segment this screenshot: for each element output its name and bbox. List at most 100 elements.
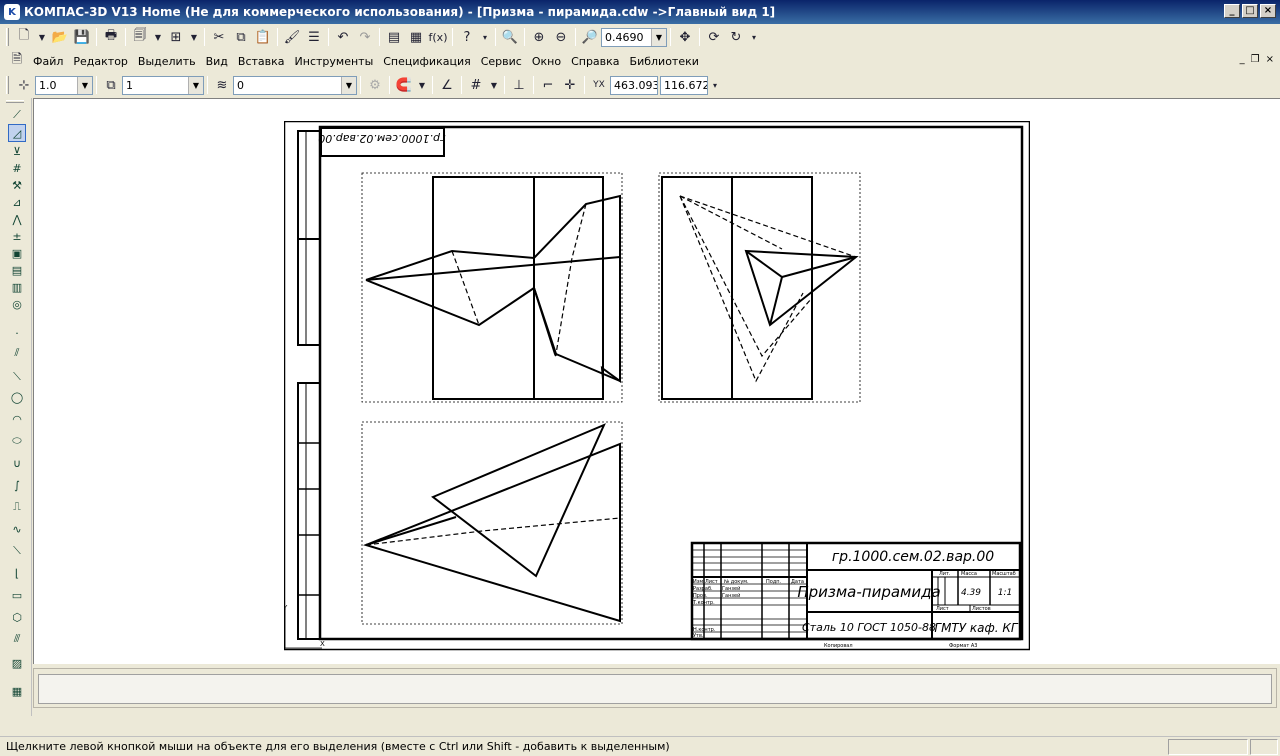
pan-icon[interactable]: ✥	[674, 26, 696, 48]
toolbar-options-icon[interactable]: ▾	[478, 26, 492, 48]
symbols-icon[interactable]: ⊻	[8, 142, 26, 160]
refresh-view-icon[interactable]: ⟳	[703, 26, 725, 48]
kompas-app-icon[interactable]: K	[4, 4, 20, 20]
function-icon[interactable]: f(x)	[427, 26, 449, 48]
drawing-sheet[interactable]: гр.1000.сем.02.вар.00 Изм. Лист № докум.…	[284, 121, 1030, 651]
parameters-icon[interactable]: ⚙	[364, 74, 386, 96]
menu-libraries[interactable]: Библиотеки	[625, 55, 704, 68]
contour-icon[interactable]: ∪	[8, 454, 26, 472]
chamfer-icon[interactable]: ⟍	[8, 542, 26, 560]
view-state-icon[interactable]: ⧉	[100, 74, 122, 96]
menu-editor[interactable]: Редактор	[68, 55, 133, 68]
edit-tools-icon[interactable]: #	[8, 159, 26, 177]
print-icon[interactable]: 🖶	[100, 26, 122, 48]
parametrization-icon[interactable]: ⚒	[8, 176, 26, 194]
fragments-icon[interactable]: ◎	[8, 295, 26, 313]
orthogonal-drawing-icon[interactable]: ⌐	[537, 74, 559, 96]
coord-y-field[interactable]: 116.672	[660, 75, 708, 95]
zoom-in-icon[interactable]: ⊕	[528, 26, 550, 48]
zoom-out-icon[interactable]: ⊖	[550, 26, 572, 48]
fillet-icon[interactable]: ⌊	[8, 564, 26, 582]
polygon-icon[interactable]: ⬡	[8, 608, 26, 626]
step-combo[interactable]: 1.0 ▼	[35, 75, 93, 95]
library-list-icon[interactable]: ☰	[303, 26, 325, 48]
save-icon[interactable]: 💾	[71, 26, 93, 48]
minimize-button[interactable]: _	[1224, 4, 1240, 18]
equidistant-icon[interactable]: ⫻	[8, 630, 26, 648]
undo-icon[interactable]: ↶	[332, 26, 354, 48]
hatch-icon[interactable]: ▨	[8, 654, 26, 672]
menu-select[interactable]: Выделить	[133, 55, 201, 68]
point-icon[interactable]: ·	[8, 324, 26, 342]
spec-icon[interactable]: ▣	[8, 244, 26, 262]
bezier-icon[interactable]: ∫	[8, 476, 26, 494]
ortho-icon[interactable]: ∠	[436, 74, 458, 96]
mdi-restore-button[interactable]: ❐	[1251, 54, 1260, 65]
chevron-down-icon[interactable]: ▼	[651, 28, 666, 46]
properties-brush-icon[interactable]: 🖌	[281, 26, 303, 48]
zoom-scale-icon[interactable]: 🔎	[579, 26, 601, 48]
menu-insert[interactable]: Вставка	[233, 55, 290, 68]
insert-icon[interactable]: ▥	[8, 278, 26, 296]
reports-icon[interactable]: ▤	[8, 261, 26, 279]
open-folder-icon[interactable]: 📂	[49, 26, 71, 48]
coordinates-icon[interactable]: YX	[588, 74, 610, 96]
rectangle-icon[interactable]: ▭	[8, 586, 26, 604]
manager-dropdown-icon[interactable]: ▼	[187, 26, 201, 48]
zoom-combo[interactable]: 0.4690 ▼	[601, 27, 667, 47]
menu-view[interactable]: Вид	[201, 55, 233, 68]
chevron-down-icon[interactable]: ▼	[77, 76, 92, 94]
menu-tools[interactable]: Инструменты	[290, 55, 379, 68]
help-pointer-icon[interactable]: ?	[456, 26, 478, 48]
menu-help[interactable]: Справка	[566, 55, 624, 68]
redo-icon[interactable]: ↷	[354, 26, 376, 48]
close-button[interactable]: ×	[1260, 4, 1276, 18]
menu-service[interactable]: Сервис	[476, 55, 527, 68]
collection-icon[interactable]: ▦	[8, 682, 26, 700]
zoom-window-icon[interactable]: 🔍	[499, 26, 521, 48]
aux-line-icon[interactable]: ⫽	[8, 344, 26, 362]
select-icon[interactable]: ⋀	[8, 210, 26, 228]
cursor-step-icon[interactable]: ⊹	[13, 74, 35, 96]
associative-views-icon[interactable]: ±	[8, 227, 26, 245]
paste-icon[interactable]: 📋	[252, 26, 274, 48]
chevron-down-icon[interactable]: ▼	[341, 76, 356, 94]
snap-dropdown-icon[interactable]: ▼	[415, 74, 429, 96]
spline-icon[interactable]: ∿	[8, 520, 26, 538]
menu-file[interactable]: Файл	[28, 55, 68, 68]
cursor-snap-icon[interactable]: ✛	[559, 74, 581, 96]
tree-panel-icon[interactable]: ▤	[383, 26, 405, 48]
segment-icon[interactable]: ⟍	[8, 368, 26, 386]
polyline-icon[interactable]: ⎍	[8, 498, 26, 516]
menu-specification[interactable]: Спецификация	[378, 55, 475, 68]
snap-magnet-icon[interactable]: 🧲	[393, 74, 415, 96]
variables-icon[interactable]: ▦	[405, 26, 427, 48]
grid-icon[interactable]: #	[465, 74, 487, 96]
preview-icon[interactable]: 🗐	[129, 26, 151, 48]
mdi-minimize-button[interactable]: _	[1240, 54, 1245, 65]
layer-state-icon[interactable]: ≋	[211, 74, 233, 96]
view-toolbar-options-icon[interactable]: ▾	[747, 26, 761, 48]
coord-x-field[interactable]: 463.093	[610, 75, 658, 95]
new-dropdown-icon[interactable]: ▼	[35, 26, 49, 48]
mdi-close-button[interactable]: ×	[1266, 54, 1274, 65]
toolbar-grip[interactable]	[6, 76, 9, 94]
circle-icon[interactable]: ◯	[8, 388, 26, 406]
menu-window[interactable]: Окно	[527, 55, 566, 68]
rebuild-icon[interactable]: ↻	[725, 26, 747, 48]
grid-dropdown-icon[interactable]: ▼	[487, 74, 501, 96]
maximize-button[interactable]: □	[1242, 4, 1258, 18]
arc-icon[interactable]: ◠	[8, 410, 26, 428]
layer-combo[interactable]: 0 ▼	[233, 75, 357, 95]
view-combo[interactable]: 1 ▼	[122, 75, 204, 95]
copy-icon[interactable]: ⧉	[230, 26, 252, 48]
document-menu-icon[interactable]: 🗎	[6, 50, 28, 72]
preview-dropdown-icon[interactable]: ▼	[151, 26, 165, 48]
property-panel-area[interactable]	[38, 674, 1272, 704]
measure-icon[interactable]: ⊿	[8, 193, 26, 211]
new-document-icon[interactable]: 🗋	[13, 26, 35, 48]
toolbar-options-icon[interactable]: ▾	[708, 74, 722, 96]
toolbar-grip[interactable]	[6, 28, 9, 46]
manager-icon[interactable]: ⊞	[165, 26, 187, 48]
dimensions-icon[interactable]: ◿	[8, 124, 26, 142]
